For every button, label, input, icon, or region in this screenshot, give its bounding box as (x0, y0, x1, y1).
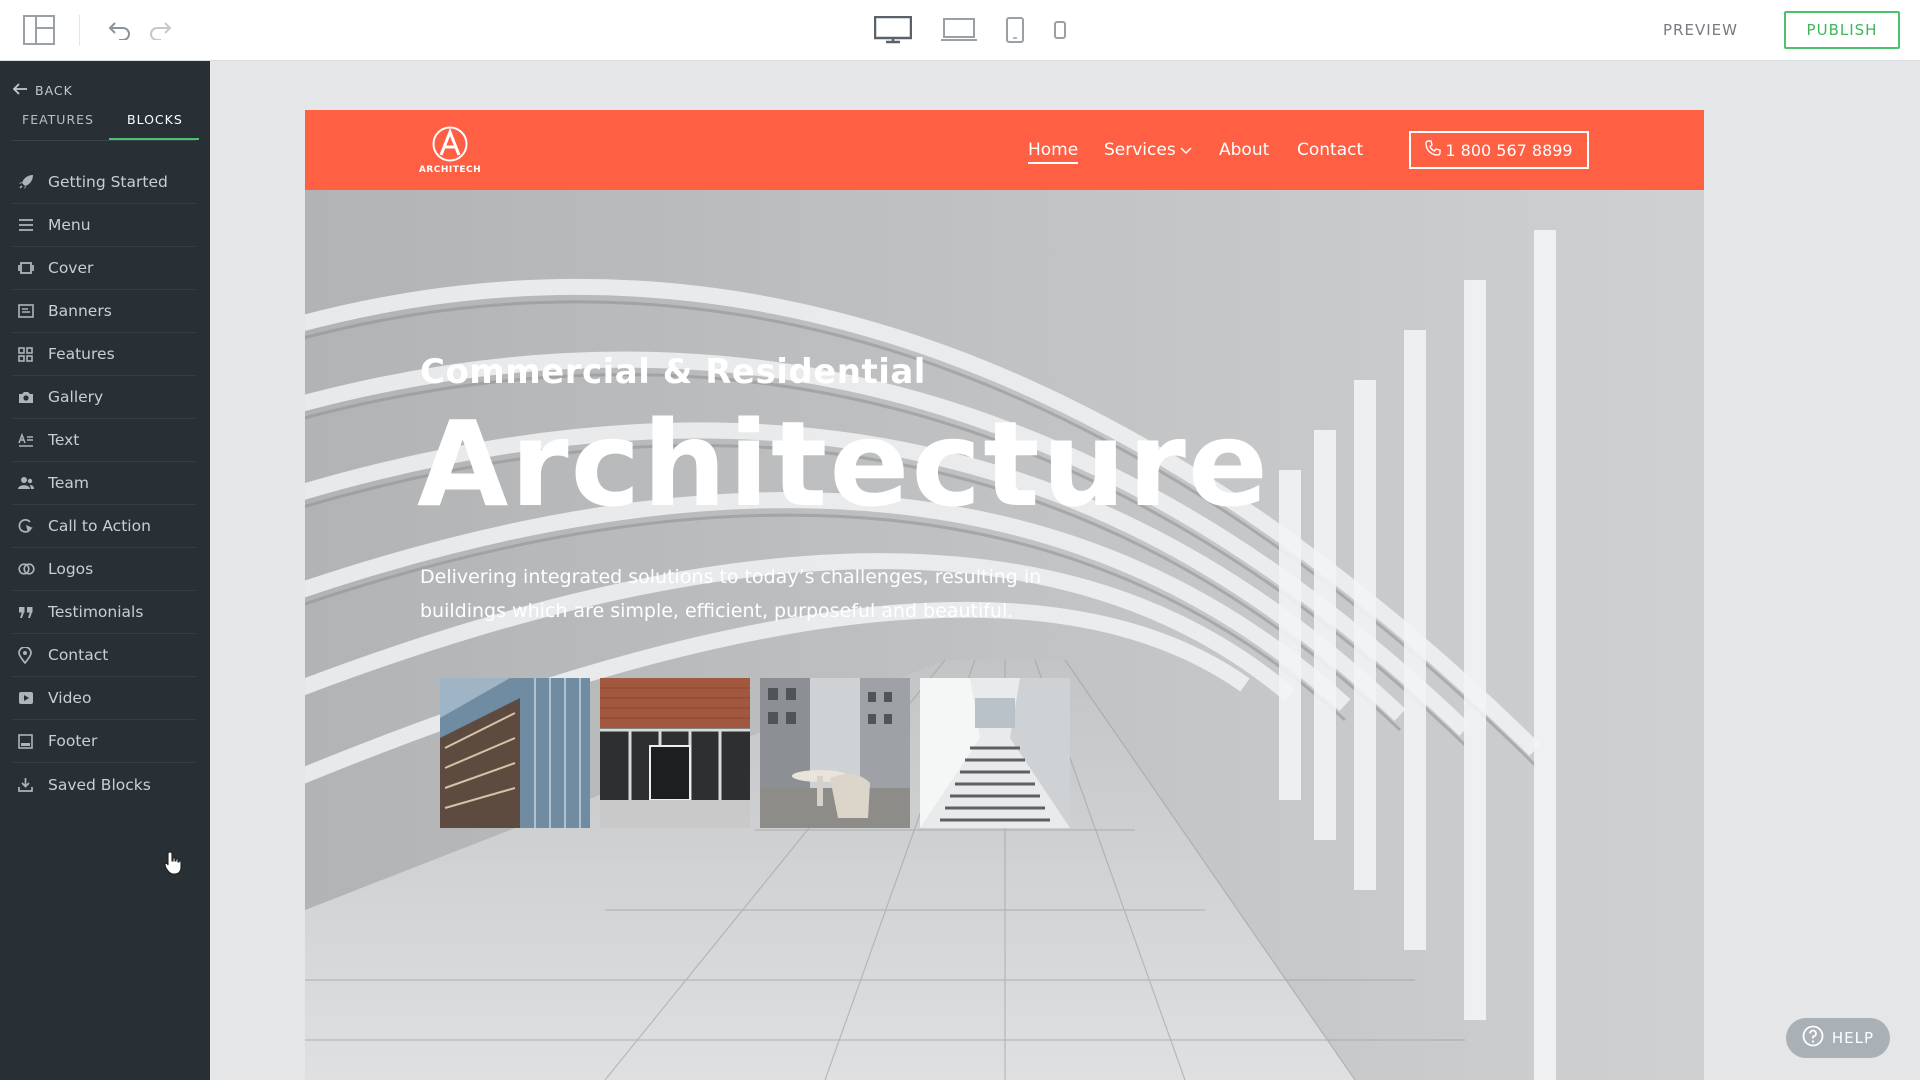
grid-icon (12, 346, 48, 362)
sidebar-item-label: Footer (48, 732, 98, 750)
quote-icon (12, 606, 48, 619)
team-icon (12, 476, 48, 490)
toolbar-divider (79, 15, 80, 46)
desktop-icon[interactable] (873, 12, 913, 48)
hero-section[interactable]: Commercial & Residential Architecture De… (305, 190, 1704, 1080)
sidebar-item-label: Text (48, 431, 80, 449)
sidebar-item-testimonials[interactable]: Testimonials (12, 591, 196, 634)
phone-icon (1425, 140, 1442, 160)
editor-canvas[interactable]: ARCHITECH Home Services About Contact 1 … (305, 110, 1704, 1080)
redo-icon[interactable] (146, 16, 174, 44)
sidebar-item-label: Gallery (48, 388, 104, 406)
phone-button[interactable]: 1 800 567 8899 (1409, 131, 1589, 169)
nav-services[interactable]: Services (1104, 140, 1192, 160)
footer-icon (12, 733, 48, 749)
preview-button[interactable]: PREVIEW (1663, 17, 1738, 43)
camera-icon (12, 390, 48, 404)
phone-number: 1 800 567 8899 (1445, 140, 1573, 160)
layout-icon[interactable] (22, 14, 56, 46)
nav-about[interactable]: About (1219, 140, 1269, 160)
architech-logo-icon (432, 126, 468, 162)
sidebar-item-contact[interactable]: Contact (12, 634, 196, 677)
logos-icon (12, 563, 48, 575)
laptop-icon[interactable] (940, 12, 978, 48)
thumbnail-staircase[interactable] (920, 678, 1070, 828)
sidebar-item-label: Menu (48, 216, 91, 234)
sidebar-item-getting-started[interactable]: Getting Started (12, 161, 196, 204)
blocks-sidebar: BACK FEATURES BLOCKS Getting Started Men… (0, 61, 210, 1080)
active-tab-indicator (109, 138, 199, 140)
sidebar-item-label: Cover (48, 259, 94, 277)
tablet-icon[interactable] (1004, 12, 1026, 48)
sidebar-item-label: Logos (48, 560, 94, 578)
sidebar-item-label: Call to Action (48, 517, 151, 535)
logo-text: ARCHITECH (418, 165, 482, 175)
nav-contact[interactable]: Contact (1297, 140, 1363, 160)
sidebar-item-saved-blocks[interactable]: Saved Blocks (12, 763, 196, 806)
download-icon (12, 777, 48, 792)
sidebar-item-label: Contact (48, 646, 109, 664)
sidebar-item-banners[interactable]: Banners (12, 290, 196, 333)
chevron-down-icon (1180, 140, 1192, 160)
sidebar-item-label: Team (48, 474, 89, 492)
sidebar-item-team[interactable]: Team (12, 462, 196, 505)
tabs-divider (12, 140, 196, 141)
help-label: HELP (1831, 1029, 1875, 1047)
sidebar-item-label: Getting Started (48, 173, 168, 191)
sidebar-item-features[interactable]: Features (12, 333, 196, 376)
pin-icon (12, 646, 48, 664)
hero-background-image (305, 190, 1704, 1080)
nav-home[interactable]: Home (1028, 140, 1079, 164)
sidebar-item-video[interactable]: Video (12, 677, 196, 720)
sidebar-item-footer[interactable]: Footer (12, 720, 196, 763)
thumbnail-storefront[interactable] (600, 678, 750, 828)
thumbnail-courtyard-chairs[interactable] (760, 678, 910, 828)
hero-thumbnails (440, 678, 1070, 828)
hero-subtitle: Commercial & Residential (420, 352, 926, 392)
sidebar-item-menu[interactable]: Menu (12, 204, 196, 247)
banner-icon (12, 304, 48, 318)
rocket-icon (12, 174, 48, 190)
hero-title: Architecture (417, 395, 1270, 533)
sidebar-item-label: Features (48, 345, 115, 363)
arrow-left-icon (12, 83, 27, 98)
sidebar-item-cover[interactable]: Cover (12, 247, 196, 290)
tab-features[interactable]: FEATURES (22, 112, 94, 127)
back-link[interactable]: BACK (12, 83, 73, 98)
sidebar-item-logos[interactable]: Logos (12, 548, 196, 591)
mobile-icon[interactable] (1052, 12, 1068, 48)
publish-button[interactable]: PUBLISH (1784, 11, 1900, 49)
menu-icon (12, 218, 48, 232)
sidebar-tabs: FEATURES BLOCKS (0, 104, 210, 141)
sidebar-item-label: Video (48, 689, 92, 707)
tab-blocks[interactable]: BLOCKS (127, 112, 183, 127)
thumbnail-building-facade[interactable] (440, 678, 590, 828)
sidebar-item-label: Saved Blocks (48, 775, 151, 794)
site-logo[interactable]: ARCHITECH (419, 126, 481, 175)
sidebar-item-call-to-action[interactable]: Call to Action (12, 505, 196, 548)
nav-services-label: Services (1104, 140, 1176, 160)
hero-description: Delivering integrated solutions to today… (420, 566, 1042, 622)
help-button[interactable]: HELP (1786, 1018, 1890, 1058)
site-navbar[interactable]: ARCHITECH Home Services About Contact 1 … (305, 110, 1704, 190)
cta-icon (12, 518, 48, 534)
text-icon (12, 433, 48, 447)
help-icon (1802, 1025, 1824, 1051)
back-label: BACK (35, 83, 73, 98)
undo-icon[interactable] (106, 16, 134, 44)
video-icon (12, 691, 48, 705)
sidebar-item-text[interactable]: Text (12, 419, 196, 462)
sidebar-item-label: Banners (48, 302, 112, 320)
sidebar-item-label: Testimonials (48, 603, 144, 621)
block-list: Getting Started Menu Cover Banners Featu… (12, 161, 196, 806)
cover-icon (12, 261, 48, 275)
sidebar-item-gallery[interactable]: Gallery (12, 376, 196, 419)
hand-pointer-icon (164, 851, 184, 879)
top-toolbar: PREVIEW PUBLISH (0, 0, 1920, 61)
